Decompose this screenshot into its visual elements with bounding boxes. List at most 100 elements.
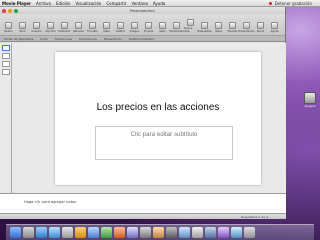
toolbar-button-presentacion[interactable]: Presentación [238,22,255,33]
folder-icon [304,92,316,104]
status-bar: Diapositiva 1 de 4 [0,213,286,219]
toolbar-button-grafico[interactable]: Gráfico [114,22,127,33]
slide-thumbnail[interactable] [2,45,10,51]
slide-title[interactable]: Los precios en las acciones [55,102,261,113]
excel-icon[interactable] [101,227,112,238]
new-icon [5,22,12,29]
toolbar-button-zoom[interactable]: Zoom [254,22,267,33]
redo-icon [75,22,82,29]
preview-icon[interactable] [140,227,151,238]
theme-icon [215,22,222,29]
help-icon [271,22,278,29]
slides-thumbnail-pane [0,43,12,193]
slide-counter: Diapositiva 1 de 4 [240,215,268,219]
safari-icon[interactable] [49,227,60,238]
photos-icon[interactable] [75,227,86,238]
menubar: Movie Player Archivo Edición Visualizaci… [0,0,320,7]
toolbar-button-tema[interactable]: Tema [212,22,225,33]
dashboard-icon[interactable] [23,227,34,238]
window-title: Presentación1 [129,8,156,13]
powerpoint-icon[interactable] [114,227,125,238]
new-slide-icon [187,19,194,26]
slide-icon [201,22,208,29]
toolbar-button-diapositiva[interactable]: Diapositiva [197,22,212,33]
apple-menu-app-name[interactable]: Movie Player [2,1,31,6]
toolbar-button-multimedia[interactable]: Multimedia [169,22,184,33]
toolbar-button-imprimir[interactable]: Imprimir [44,22,57,33]
toolbar-button-abrir[interactable]: Abrir [16,22,29,33]
ribbon-tabs: Temas de diapositiva Inicio Transiciones… [0,36,285,42]
finder-icon[interactable] [10,227,21,238]
menu-archivo[interactable]: Archivo [36,1,51,6]
open-icon [19,22,26,29]
menu-ventana[interactable]: Ventana [131,1,147,6]
toolbar-button-formas[interactable]: Formas [142,22,155,33]
chart-icon [117,22,124,29]
toolbar-button-guardar[interactable]: Guardar [30,22,43,33]
menu-edicion[interactable]: Edición [56,1,70,6]
subtitle-placeholder[interactable]: Clic para editar subtítulo [95,126,233,160]
ribbon-tab-inicio[interactable]: Inicio [40,37,47,41]
minimize-icon[interactable] [8,8,12,13]
dock [6,224,314,240]
toolbar-button-mostrar[interactable]: Mostrar [226,22,239,33]
mail-icon[interactable] [36,227,47,238]
slide-thumbnail[interactable] [2,69,10,75]
ribbon-tab-transiciones[interactable]: Transiciones [55,37,72,41]
stop-recording-item[interactable]: Detener grabación [275,1,312,6]
window-titlebar[interactable]: Presentación1 [0,7,285,14]
toolbar-button-imagen[interactable]: Imagen [128,22,141,33]
format-icon [89,22,96,29]
menubar-status: Detener grabación [268,0,312,7]
notes-pane[interactable]: Haga clic para agregar notas [0,193,286,213]
zoom-level-icon [257,22,264,29]
save-icon [33,22,40,29]
downloads-stack-icon[interactable] [231,227,242,238]
app-icon[interactable] [218,227,229,238]
menu-ayuda[interactable]: Ayuda [153,1,165,6]
zoom-icon[interactable] [14,8,18,13]
undo-icon [61,22,68,29]
app-icon[interactable] [205,227,216,238]
ribbon-tab-animaciones[interactable]: Animaciones [79,37,97,41]
ical-icon[interactable] [62,227,73,238]
app-icon[interactable] [153,227,164,238]
toolbar-button-texto[interactable]: Texto [156,22,169,33]
editor-main: Los precios en las acciones Clic para ed… [0,43,286,193]
subtitle-placeholder-text: Clic para editar subtítulo [130,131,198,138]
toolbar-button-ayuda[interactable]: Ayuda [268,22,281,33]
close-icon[interactable] [2,8,6,13]
toolbar-button-tabla[interactable]: Tabla [100,22,113,33]
app-icon[interactable] [179,227,190,238]
slide-thumbnail[interactable] [2,61,10,67]
record-icon [268,2,272,5]
media-icon [173,22,180,29]
window-controls [2,8,18,13]
image-icon [131,22,138,29]
word-icon[interactable] [88,227,99,238]
desktop-icon-plugins[interactable]: plugins [302,92,318,114]
toolbar-button-rehacer[interactable]: Rehacer [72,22,85,33]
menu-compartir[interactable]: Compartir [106,1,126,6]
app-icon[interactable] [192,227,203,238]
ribbon-tab-presentacion[interactable]: Presentación [104,37,122,41]
slide-thumbnail[interactable] [2,53,10,59]
slide-canvas-area: Los precios en las acciones Clic para ed… [12,43,286,193]
toolbar-button-nueva-diap[interactable]: Nueva diap. [184,19,197,33]
system-preferences-icon[interactable] [166,227,177,238]
toolbar-button-formato[interactable]: Formato [86,22,99,33]
itunes-icon[interactable] [127,227,138,238]
text-icon [159,22,166,29]
table-icon [103,22,110,29]
slide[interactable]: Los precios en las acciones Clic para ed… [55,52,261,185]
slideshow-icon [243,22,250,29]
menu-visualizacion[interactable]: Visualización [75,1,101,6]
toolbar-button-deshacer[interactable]: Deshacer [58,22,71,33]
toolbar: Nuevo Abrir Guardar Imprimir Deshacer Re… [0,14,285,36]
toolbar-button-nuevo[interactable]: Nuevo [2,22,15,33]
ribbon-tab-temas[interactable]: Temas de diapositiva [4,37,33,41]
ribbon-tab-smartart[interactable]: Gráficos SmartArt [129,37,154,41]
show-icon [229,22,236,29]
trash-icon[interactable] [244,227,255,238]
print-icon [47,22,54,29]
